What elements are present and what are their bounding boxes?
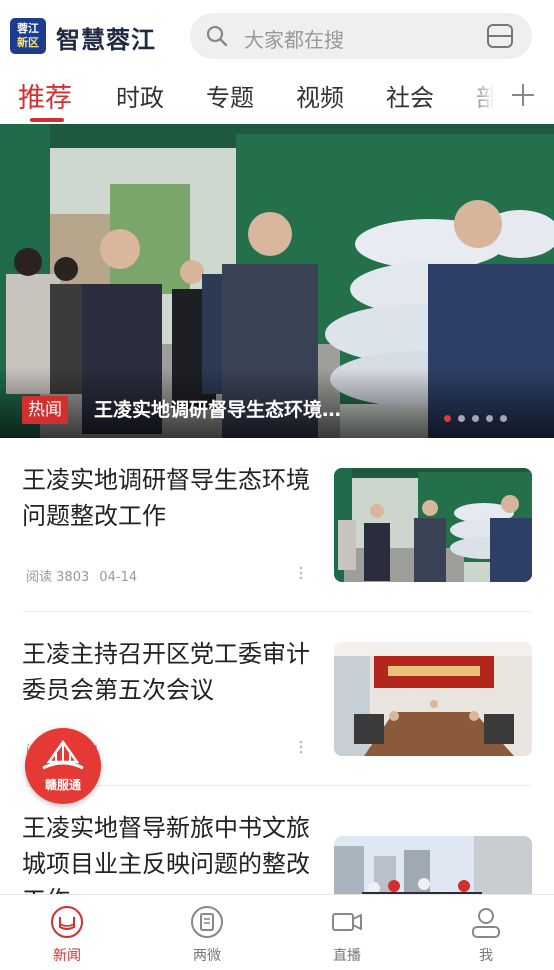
nav-news-label: 新闻	[53, 948, 81, 964]
news-title[interactable]: 王凌实地调研督导生态环境问题整改工作	[22, 462, 314, 534]
news-thumbnail[interactable]	[334, 642, 532, 756]
logo-line-2: 新区	[17, 36, 39, 49]
news-date: 04-14	[99, 570, 138, 585]
active-tab-indicator	[30, 118, 64, 122]
ganfutong-floating-button[interactable]: 赣服通	[25, 728, 101, 804]
news-thumbnail[interactable]	[334, 468, 532, 582]
nav-liangwei-label: 两微	[193, 948, 221, 964]
carousel-dot[interactable]	[458, 415, 465, 422]
nav-live-label: 直播	[333, 948, 361, 964]
banner-title[interactable]: 王凌实地调研督导生态环境…	[94, 396, 341, 424]
more-options-icon[interactable]	[298, 566, 304, 580]
nav-me[interactable]: 我	[446, 895, 526, 970]
tab-topics[interactable]: 专题	[206, 78, 254, 113]
header: 蓉江 新区 智慧蓉江 大家都在搜	[0, 0, 554, 70]
tab-politics[interactable]: 时政	[116, 78, 164, 113]
nav-me-label: 我	[479, 948, 493, 964]
category-tabs: 推荐 时政 专题 视频 社会 部	[0, 70, 554, 122]
search-icon	[206, 25, 228, 47]
read-label: 阅读	[26, 570, 53, 585]
hot-tag: 热闻	[22, 396, 68, 424]
thumbnail-image	[334, 468, 532, 582]
scan-icon[interactable]	[486, 23, 514, 49]
banner-carousel[interactable]: 热闻 王凌实地调研督导生态环境…	[0, 124, 554, 438]
nav-liangwei[interactable]: 两微	[167, 895, 247, 970]
news-title[interactable]: 王凌实地督导新旅中书文旅城项目业主反映问题的整改工作	[22, 810, 314, 894]
add-channel-icon[interactable]	[510, 82, 536, 108]
thumbnail-image	[334, 642, 532, 756]
tab-fade	[460, 70, 510, 122]
nav-news[interactable]: 新闻	[27, 895, 107, 970]
nav-live[interactable]: 直播	[307, 895, 387, 970]
news-meta: 阅读 3803 04-14	[26, 566, 137, 585]
logo-line-1: 蓉江	[17, 22, 39, 35]
search-bar[interactable]: 大家都在搜	[190, 13, 532, 59]
tab-recommend[interactable]: 推荐	[18, 76, 72, 115]
document-icon	[191, 906, 223, 938]
bottom-navigation: 新闻 两微 直播 我	[0, 894, 554, 970]
search-placeholder: 大家都在搜	[244, 28, 344, 52]
video-camera-icon	[332, 913, 362, 931]
carousel-dot[interactable]	[444, 415, 451, 422]
tab-video[interactable]: 视频	[296, 78, 344, 113]
app-title: 智慧蓉江	[56, 26, 156, 54]
more-options-icon[interactable]	[298, 740, 304, 754]
news-icon	[51, 906, 83, 938]
thumbnail-image	[334, 836, 532, 894]
ganfutong-label: 赣服通	[44, 778, 81, 792]
carousel-dot[interactable]	[472, 415, 479, 422]
carousel-dot[interactable]	[500, 415, 507, 422]
carousel-dot[interactable]	[486, 415, 493, 422]
tab-society[interactable]: 社会	[386, 78, 434, 113]
news-thumbnail[interactable]	[334, 836, 532, 894]
read-count: 3803	[56, 570, 90, 585]
user-icon	[472, 908, 500, 938]
news-title[interactable]: 王凌主持召开区党工委审计委员会第五次会议	[22, 636, 314, 708]
carousel-dots	[444, 415, 507, 422]
news-list-item[interactable]: 王凌实地调研督导生态环境问题整改工作 阅读 3803 04-14	[0, 438, 554, 612]
app-logo: 蓉江 新区	[10, 18, 46, 54]
